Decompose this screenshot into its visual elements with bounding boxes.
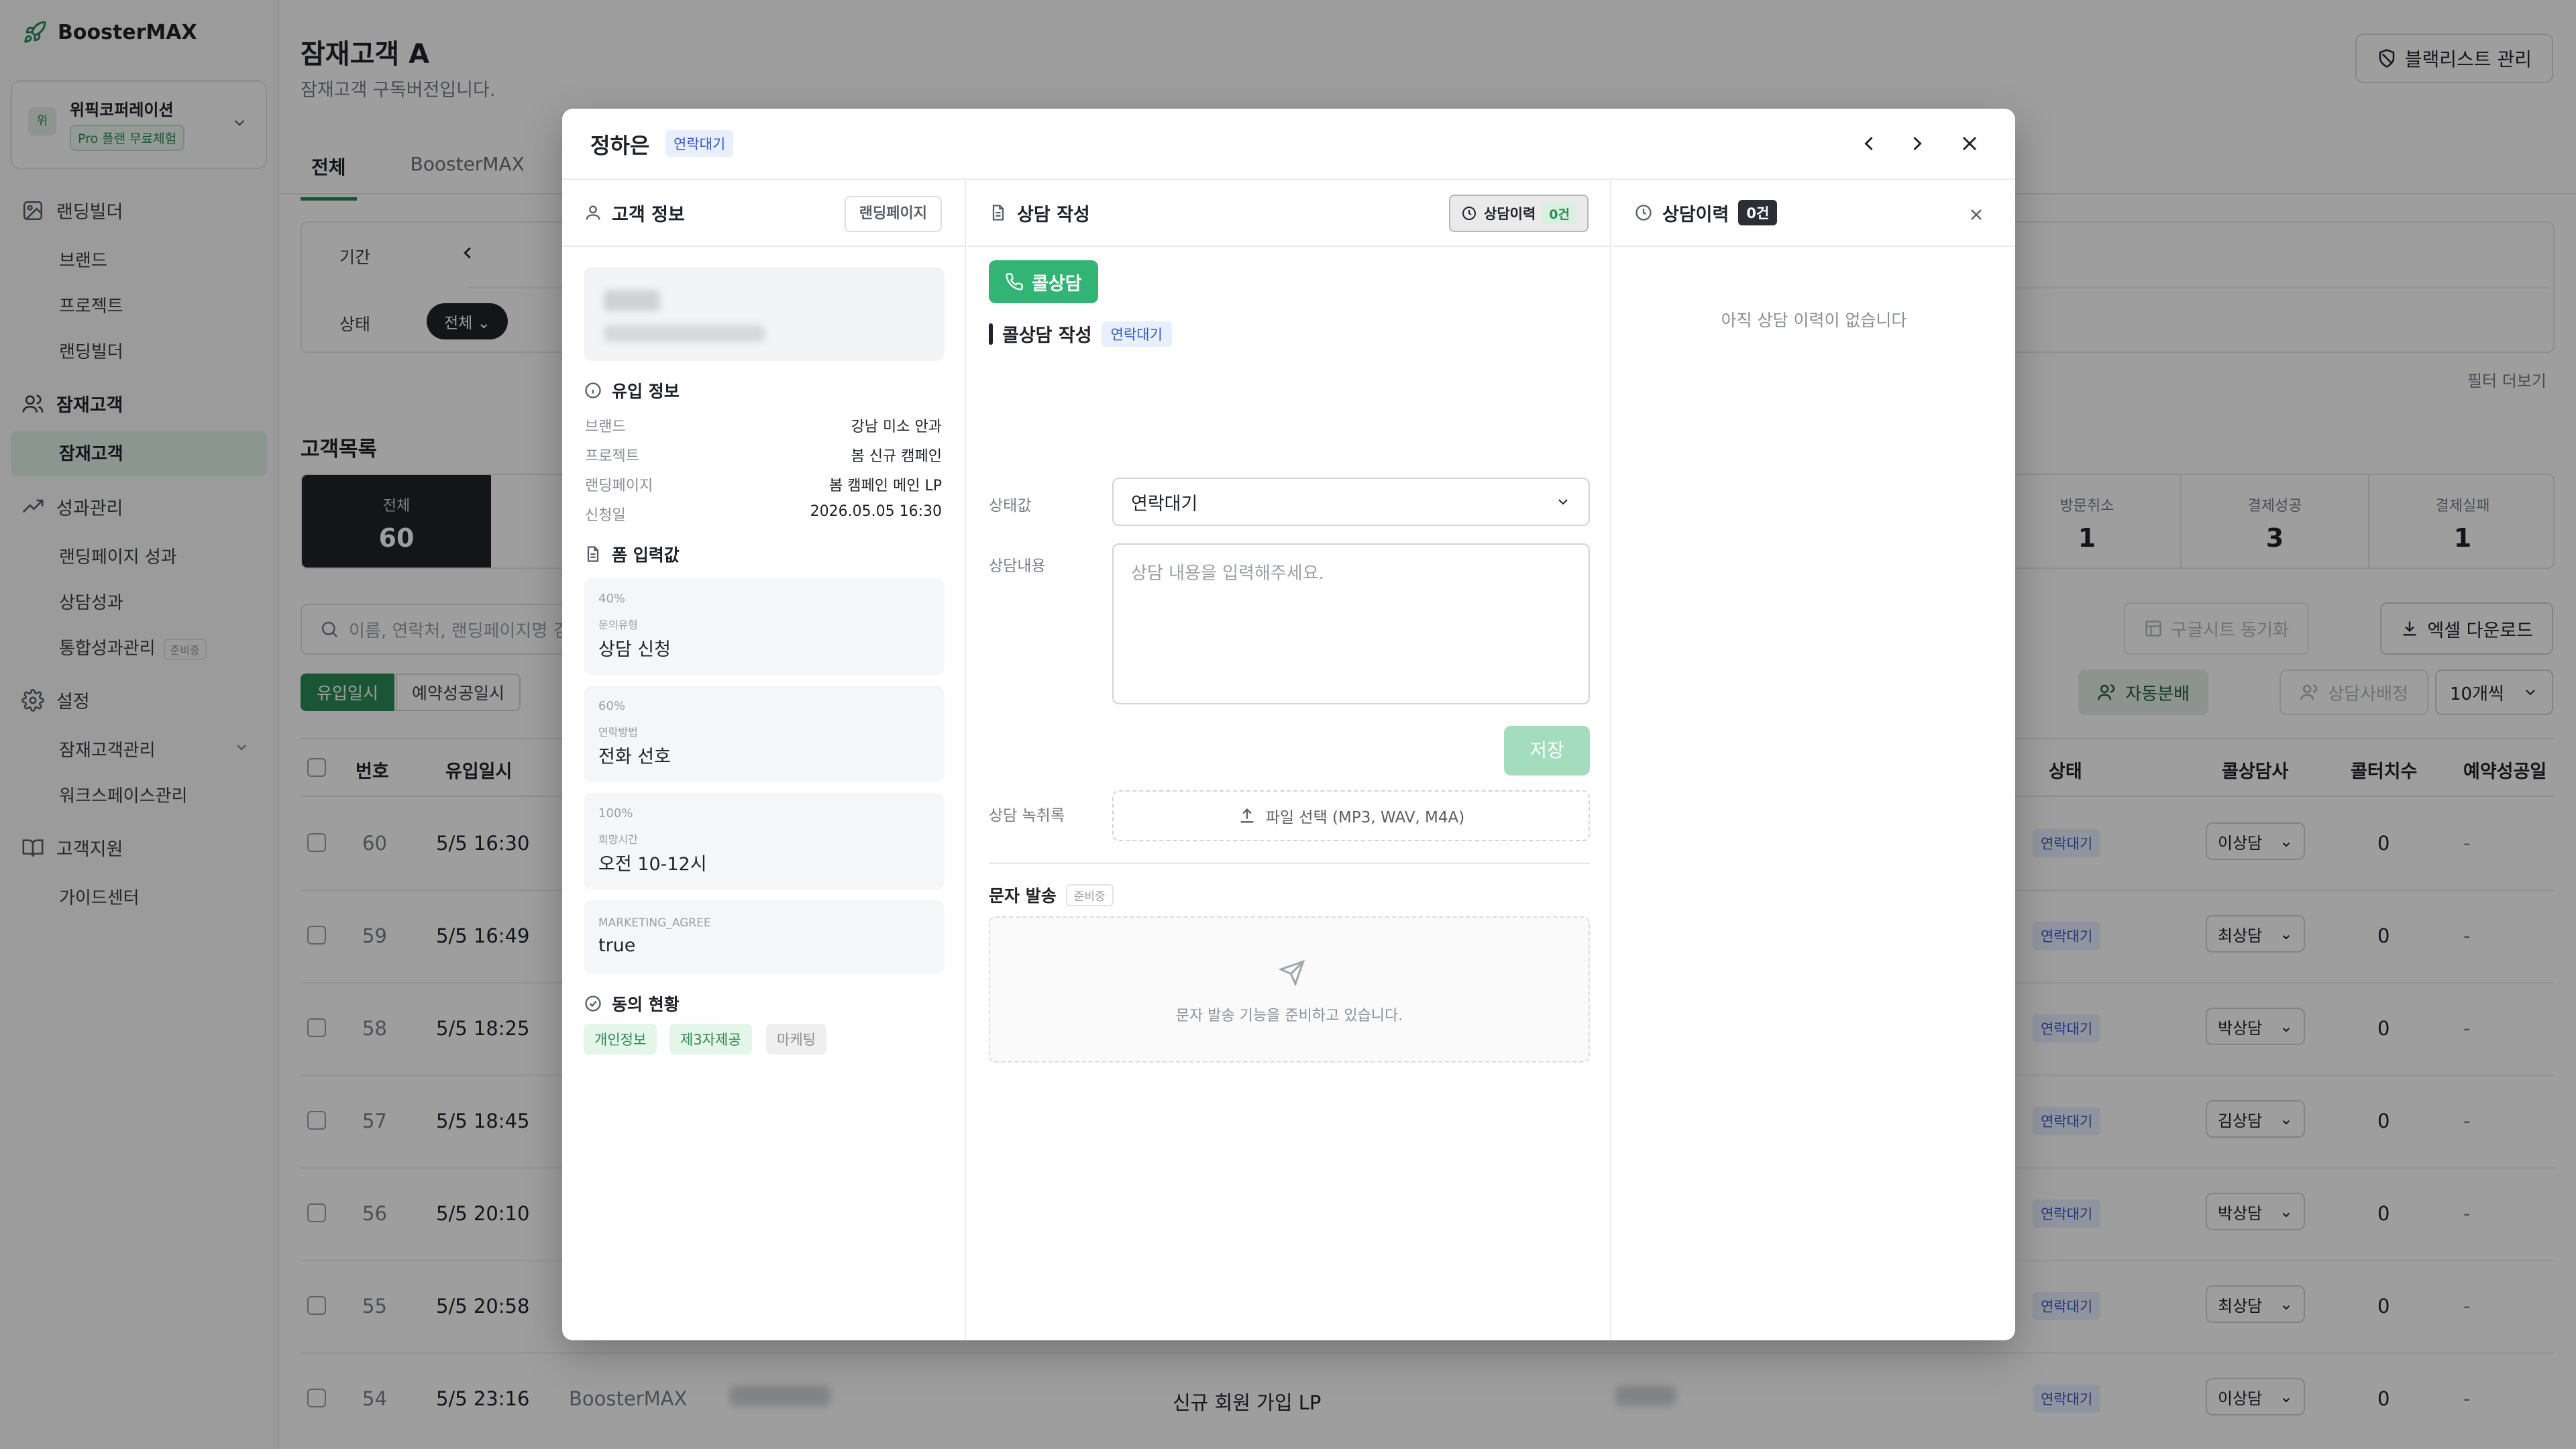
contact-card [584,267,945,361]
blurred-name [604,290,660,311]
customer-info-panel: 고객 정보 랜딩페이지 유입 정보 브랜드 강남 미소 안과 프로젝트 봄 신규 캠… [562,180,966,1340]
info-icon [584,381,602,400]
history-toggle-button[interactable]: 상담이력 0건 [1449,195,1589,232]
consent-marketing-badge: 마케팅 [766,1024,826,1055]
form-section-title: 폼 입력값 [584,542,680,566]
soon-badge: 준비중 [1065,883,1114,906]
call-consult-button[interactable]: 콜상담 [989,260,1098,303]
consent-third-party-badge: 제3자제공 [669,1024,752,1055]
consult-history-header: 상담이력 0건 [1613,180,2015,247]
consent-section-title: 동의 현황 [584,991,680,1016]
empty-history-text: 아직 상담 이력이 없습니다 [1721,311,1907,330]
chevron-left-icon[interactable] [1857,131,1881,156]
send-icon [1279,959,1305,986]
clock-icon [1634,203,1653,222]
phone-icon [1005,272,1024,291]
user-icon [584,203,602,222]
sms-section-title: 문자 발송 준비중 [989,883,1114,907]
status-badge: 연락대기 [665,130,734,157]
history-count-badge: 0건 [1542,203,1576,224]
consent-privacy-badge: 개인정보 [584,1024,657,1055]
form-field-card: 40% 문의유형 상담 신청 [584,578,945,675]
sms-placeholder-box: 문자 발송 기능을 준비하고 있습니다. [989,916,1590,1063]
section-divider [989,863,1590,864]
form-field-card: MARKETING_AGREE true [584,900,945,974]
call-consult-section-title: 콜상담 작성 연락대기 [989,321,1172,347]
customer-info-header: 고객 정보 랜딩페이지 [562,180,965,247]
clock-icon [1461,205,1477,221]
chevron-right-icon[interactable] [1905,131,1929,156]
sms-placeholder-text: 문자 발송 기능을 준비하고 있습니다. [1175,1008,1403,1024]
check-circle-icon [584,994,602,1013]
close-icon[interactable] [1967,205,1986,224]
content-field-label: 상담내용 [989,557,1046,575]
form-field-card: 100% 희망시간 오전 10-12시 [584,793,945,890]
status-field-label: 상태값 [989,497,1032,515]
modal-header: 정하은 연락대기 [562,109,2015,180]
consult-write-panel: 상담 작성 상담이력 0건 콜상담 콜상담 작성 연락대기 상태값 연락대기 상… [967,180,1611,1340]
chevron-down-icon [1555,494,1571,510]
close-icon[interactable] [1957,131,1982,156]
section-bar [989,323,993,345]
customer-detail-modal: 정하은 연락대기 고객 정보 랜딩페이지 유입 정보 브랜드 강남 미소 안과 프… [562,109,2015,1340]
record-field-label: 상담 녹취록 [989,807,1065,824]
document-icon [989,203,1008,222]
form-field-card: 60% 연락방법 전화 선호 [584,686,945,782]
inflow-section-title: 유입 정보 [584,378,680,402]
save-button[interactable]: 저장 [1504,726,1590,775]
consult-history-panel: 상담이력 0건 아직 상담 이력이 없습니다 [1613,180,2015,1340]
customer-name: 정하은 [590,133,650,158]
history-count-badge: 0건 [1738,200,1778,225]
blurred-phone [604,325,765,342]
status-select[interactable]: 연락대기 [1112,478,1590,526]
consult-write-header: 상담 작성 상담이력 0건 [967,180,1611,247]
status-badge: 연락대기 [1101,321,1172,347]
document-icon [584,545,602,564]
landing-page-button[interactable]: 랜딩페이지 [844,196,942,232]
upload-icon [1238,806,1256,825]
consult-content-textarea[interactable]: 상담 내용을 입력해주세요. [1112,543,1590,704]
file-upload-input[interactable]: 파일 선택 (MP3, WAV, M4A) [1112,790,1590,841]
